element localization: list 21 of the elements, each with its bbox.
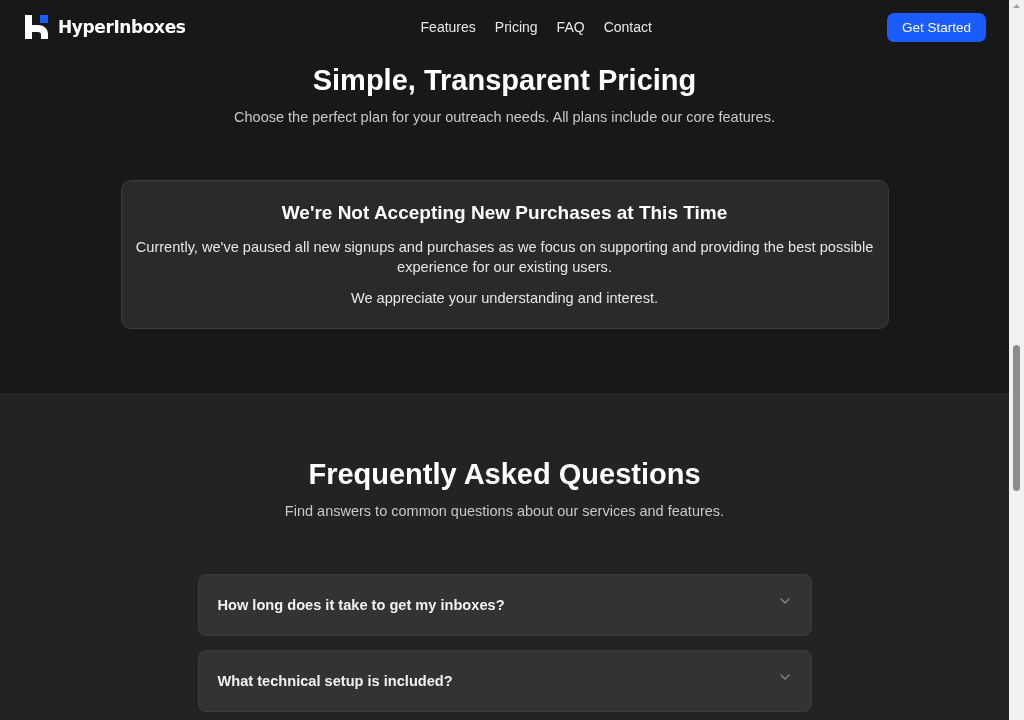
- faq-question[interactable]: How long does it take to get my inboxes?: [197, 574, 812, 636]
- section-subtitle: Find answers to common questions about our services and features.: [283, 502, 726, 521]
- question-text: How long does it take to get my inboxes?: [217, 597, 505, 613]
- nav-link[interactable]: Pricing: [494, 19, 538, 35]
- faq-question[interactable]: What technical setup is included?: [197, 650, 812, 712]
- scrollbar[interactable]: [1009, 0, 1024, 720]
- scrollbar-thumb[interactable]: [1013, 345, 1020, 491]
- section-subtitle: Choose the perfect plan for your outreach needs. All plans include our core features.: [233, 108, 776, 127]
- nav-link[interactable]: Contact: [603, 19, 652, 35]
- notice-title: We're Not Accepting New Purchases at This Time: [280, 201, 729, 225]
- get-started-button[interactable]: Get Started: [886, 12, 986, 42]
- question-text: What technical setup is included?: [217, 673, 453, 689]
- logo-icon: [25, 15, 48, 39]
- section-title: Frequently Asked Questions: [307, 457, 702, 492]
- notice-text: Currently, we've paused all new signups and purchases as we focus on supporting and providing the best possible experience for our existing users.: [134, 238, 875, 277]
- scroll-up-arrow-icon[interactable]: [1013, 4, 1020, 8]
- nav-link[interactable]: FAQ: [556, 19, 585, 35]
- notice-text: We appreciate your understanding and interest.: [349, 289, 660, 308]
- logo-text[interactable]: HyperInboxes: [58, 17, 186, 37]
- section-title: Simple, Transparent Pricing: [311, 63, 698, 98]
- nav-link[interactable]: Features: [420, 19, 476, 35]
